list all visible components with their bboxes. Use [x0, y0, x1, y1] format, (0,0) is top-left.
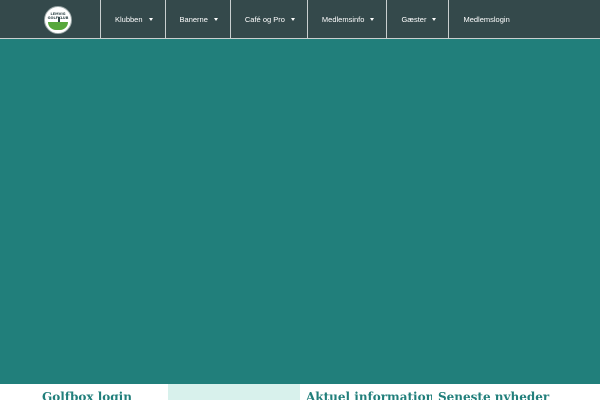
logo-green-shape	[48, 22, 68, 30]
golfbox-login-column: Golfbox login	[0, 384, 168, 400]
nav-item-medlemsinfo[interactable]: Medlemsinfo	[306, 0, 387, 39]
nav-item-label: Banerne	[179, 15, 208, 24]
nav-item-medlemslogin[interactable]: Medlemslogin	[448, 0, 521, 39]
nav-item-label: Medlemsinfo	[321, 15, 365, 24]
nav-item-gaester[interactable]: Gæster	[386, 0, 448, 39]
column-heading: Seneste nyheder	[438, 390, 550, 400]
hero-banner	[0, 40, 600, 384]
column-heading: Golfbox login	[42, 390, 132, 400]
chevron-down-icon	[148, 18, 153, 21]
chevron-down-icon	[432, 18, 437, 21]
chevron-down-icon	[213, 18, 218, 21]
nav-item-label: Gæster	[401, 15, 427, 24]
accent-column	[168, 384, 300, 400]
top-navigation-bar: LEMVIG GOLFKLUB Klubben Banerne Café og …	[0, 0, 600, 39]
column-heading: Aktuel information	[306, 390, 432, 400]
chevron-down-icon	[370, 18, 375, 21]
chevron-down-icon	[290, 18, 295, 21]
nav-item-cafe-og-pro[interactable]: Café og Pro	[229, 0, 307, 39]
nav-item-label: Café og Pro	[244, 15, 285, 24]
info-columns: Golfbox login Aktuel information Seneste…	[0, 384, 600, 400]
nav-item-klubben[interactable]: Klubben	[100, 0, 165, 39]
club-logo[interactable]: LEMVIG GOLFKLUB	[44, 6, 72, 34]
main-menu: Klubben Banerne Café og Pro Medlemsinfo …	[100, 0, 522, 39]
nav-item-label: Klubben	[115, 15, 143, 24]
seneste-nyheder-column: Seneste nyheder	[432, 384, 600, 400]
aktuel-information-column: Aktuel information	[300, 384, 432, 400]
nav-item-banerne[interactable]: Banerne	[164, 0, 230, 39]
nav-item-label: Medlemslogin	[463, 15, 510, 24]
